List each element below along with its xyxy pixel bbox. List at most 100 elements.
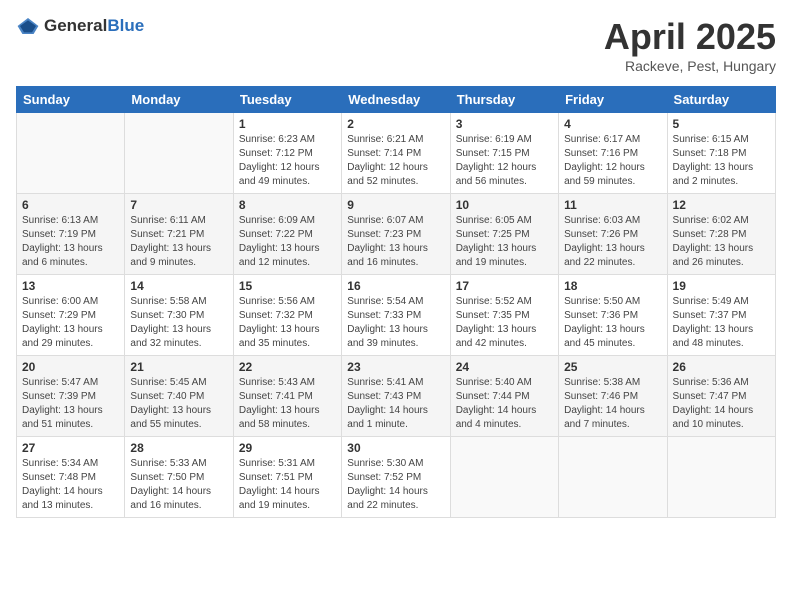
daylight-text: Daylight: 13 hours and 16 minutes. (347, 243, 428, 268)
sunrise-text: Sunrise: 6:07 AM (347, 215, 423, 226)
header-sunday: Sunday (17, 87, 125, 113)
day-number: 25 (564, 360, 661, 374)
day-info: Sunrise: 6:13 AMSunset: 7:19 PMDaylight:… (22, 214, 119, 270)
daylight-text: Daylight: 13 hours and 45 minutes. (564, 324, 645, 349)
day-number: 11 (564, 198, 661, 212)
table-cell (125, 113, 233, 194)
day-number: 21 (130, 360, 227, 374)
week-row-3: 13Sunrise: 6:00 AMSunset: 7:29 PMDayligh… (17, 275, 776, 356)
sunrise-text: Sunrise: 6:19 AM (456, 134, 532, 145)
sunset-text: Sunset: 7:23 PM (347, 229, 421, 240)
table-cell: 4Sunrise: 6:17 AMSunset: 7:16 PMDaylight… (559, 113, 667, 194)
day-number: 3 (456, 117, 553, 131)
day-info: Sunrise: 5:31 AMSunset: 7:51 PMDaylight:… (239, 457, 336, 513)
day-info: Sunrise: 6:02 AMSunset: 7:28 PMDaylight:… (673, 214, 770, 270)
daylight-text: Daylight: 14 hours and 19 minutes. (239, 486, 320, 511)
sunset-text: Sunset: 7:32 PM (239, 310, 313, 321)
day-number: 28 (130, 441, 227, 455)
daylight-text: Daylight: 12 hours and 52 minutes. (347, 162, 428, 187)
sunset-text: Sunset: 7:47 PM (673, 391, 747, 402)
daylight-text: Daylight: 13 hours and 6 minutes. (22, 243, 103, 268)
calendar-table: Sunday Monday Tuesday Wednesday Thursday… (16, 86, 776, 518)
day-info: Sunrise: 5:49 AMSunset: 7:37 PMDaylight:… (673, 295, 770, 351)
sunset-text: Sunset: 7:44 PM (456, 391, 530, 402)
day-info: Sunrise: 6:07 AM Sunset: 7:23 PM Daylight:… (347, 214, 444, 270)
header-monday: Monday (125, 87, 233, 113)
day-info: Sunrise: 5:56 AMSunset: 7:32 PMDaylight:… (239, 295, 336, 351)
sunrise-text: Sunrise: 5:45 AM (130, 377, 206, 388)
table-cell: 1 Sunrise: 6:23 AMSunset: 7:12 PMDaylight… (233, 113, 341, 194)
week-row-4: 20 Sunrise: 5:47 AMSunset: 7:39 PMDayligh… (17, 356, 776, 437)
day-info: Sunrise: 6:23 AMSunset: 7:12 PMDaylight:… (239, 133, 336, 189)
calendar-title: April 2025 (604, 16, 776, 58)
sunrise-text: Sunrise: 6:09 AM (239, 215, 315, 226)
daylight-text: Daylight: 14 hours and 16 minutes. (130, 486, 211, 511)
day-number: 17 (456, 279, 553, 293)
daylight-text: Daylight: 13 hours and 39 minutes. (347, 324, 428, 349)
day-number: 24 (456, 360, 553, 374)
table-cell: 13Sunrise: 6:00 AMSunset: 7:29 PMDayligh… (17, 275, 125, 356)
sunset-text: Sunset: 7:37 PM (673, 310, 747, 321)
day-number: 5 (673, 117, 770, 131)
header-tuesday: Tuesday (233, 87, 341, 113)
table-cell: 18Sunrise: 5:50 AMSunset: 7:36 PMDayligh… (559, 275, 667, 356)
daylight-text: Daylight: 13 hours and 42 minutes. (456, 324, 537, 349)
sunrise-text: Sunrise: 5:52 AM (456, 296, 532, 307)
table-cell (667, 437, 775, 518)
table-cell: 17Sunrise: 5:52 AMSunset: 7:35 PMDayligh… (450, 275, 558, 356)
sunrise-text: Sunrise: 5:30 AM (347, 458, 423, 469)
sunrise-text: Sunrise: 5:50 AM (564, 296, 640, 307)
table-cell: 25 Sunrise: 5:38 AMSunset: 7:46 PMDayligh… (559, 356, 667, 437)
sunrise-text: Sunrise: 5:58 AM (130, 296, 206, 307)
header-friday: Friday (559, 87, 667, 113)
table-cell: 8Sunrise: 6:09 AMSunset: 7:22 PMDaylight… (233, 194, 341, 275)
sunset-text: Sunset: 7:18 PM (673, 148, 747, 159)
day-info: Sunrise: 6:03 AMSunset: 7:26 PMDaylight:… (564, 214, 661, 270)
sunset-text: Sunset: 7:48 PM (22, 472, 96, 483)
daylight-text: Daylight: 12 hours and 56 minutes. (456, 162, 537, 187)
day-number: 15 (239, 279, 336, 293)
table-cell: 19Sunrise: 5:49 AMSunset: 7:37 PMDayligh… (667, 275, 775, 356)
logo-blue: Blue (107, 16, 144, 35)
day-number: 9 (347, 198, 444, 212)
daylight-text: Daylight: 13 hours and 9 minutes. (130, 243, 211, 268)
day-number: 13 (22, 279, 119, 293)
daylight-text: Daylight: 13 hours and 58 minutes. (239, 405, 320, 430)
day-number: 12 (673, 198, 770, 212)
day-info: Sunrise: 5:47 AMSunset: 7:39 PMDaylight:… (22, 376, 119, 432)
day-info: Sunrise: 6:09 AMSunset: 7:22 PMDaylight:… (239, 214, 336, 270)
day-number: 20 (22, 360, 119, 374)
week-row-1: 1 Sunrise: 6:23 AMSunset: 7:12 PMDaylight… (17, 113, 776, 194)
table-cell: 14Sunrise: 5:58 AMSunset: 7:30 PMDayligh… (125, 275, 233, 356)
calendar-header-row: Sunday Monday Tuesday Wednesday Thursday… (17, 87, 776, 113)
header-thursday: Thursday (450, 87, 558, 113)
day-info: Sunrise: 5:45 AMSunset: 7:40 PMDaylight:… (130, 376, 227, 432)
table-cell: 5Sunrise: 6:15 AMSunset: 7:18 PMDaylight… (667, 113, 775, 194)
day-info: Sunrise: 5:54 AMSunset: 7:33 PMDaylight:… (347, 295, 444, 351)
daylight-text: Daylight: 13 hours and 55 minutes. (130, 405, 211, 430)
sunrise-text: Sunrise: 5:41 AM (347, 377, 423, 388)
daylight-text: Daylight: 13 hours and 12 minutes. (239, 243, 320, 268)
table-cell: 28Sunrise: 5:33 AMSunset: 7:50 PMDayligh… (125, 437, 233, 518)
logo: GeneralBlue (16, 16, 144, 36)
header-wednesday: Wednesday (342, 87, 450, 113)
day-number: 22 (239, 360, 336, 374)
day-number: 14 (130, 279, 227, 293)
day-number: 18 (564, 279, 661, 293)
daylight-text: Daylight: 13 hours and 32 minutes. (130, 324, 211, 349)
table-cell: 23Sunrise: 5:41 AMSunset: 7:43 PMDayligh… (342, 356, 450, 437)
table-cell: 27Sunrise: 5:34 AMSunset: 7:48 PMDayligh… (17, 437, 125, 518)
day-info: Sunrise: 5:38 AMSunset: 7:46 PMDaylight:… (564, 376, 661, 432)
sunset-text: Sunset: 7:16 PM (564, 148, 638, 159)
sunset-text: Sunset: 7:12 PM (239, 148, 313, 159)
day-info: Sunrise: 6:15 AMSunset: 7:18 PMDaylight:… (673, 133, 770, 189)
day-info: Sunrise: 5:36 AMSunset: 7:47 PMDaylight:… (673, 376, 770, 432)
day-number: 30 (347, 441, 444, 455)
day-number: 1 (239, 117, 336, 131)
sunrise-text: Sunrise: 6:15 AM (673, 134, 749, 145)
sunrise-text: Sunrise: 5:31 AM (239, 458, 315, 469)
daylight-text: Daylight: 14 hours and 10 minutes. (673, 405, 754, 430)
day-info: Sunrise: 5:34 AMSunset: 7:48 PMDaylight:… (22, 457, 119, 513)
sunset-text: Sunset: 7:26 PM (564, 229, 638, 240)
day-info: Sunrise: 5:43 AMSunset: 7:41 PMDaylight:… (239, 376, 336, 432)
